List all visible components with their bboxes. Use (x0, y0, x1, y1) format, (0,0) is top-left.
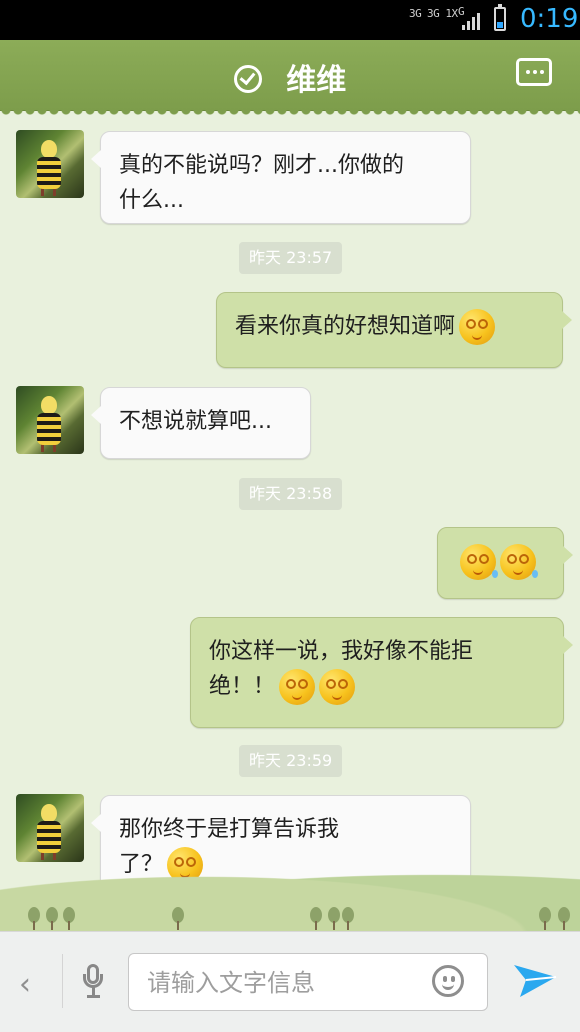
contact-avatar[interactable] (16, 130, 84, 198)
message-text-line: 你这样一说，我好像不能拒 (209, 639, 474, 664)
status-bar: 3G 3G 1X G 0:19 (0, 0, 580, 40)
sent-message-bubble[interactable]: 你这样一说，我好像不能拒 绝！！ (190, 617, 573, 728)
chat-area[interactable]: 真的不能说吗？刚才...你做的 什么... 昨天 23:57 看来你真的好想知道… (0, 111, 580, 931)
contact-avatar[interactable] (16, 386, 84, 454)
sent-emoji-bubble[interactable] (437, 527, 573, 599)
message-text-line: 什么... (119, 188, 184, 213)
chat-header: 维维 (0, 40, 580, 116)
sweat-face-icon (460, 544, 498, 580)
dizzy-face-icon (279, 669, 316, 705)
network-type-3g-1x: 3G 1X (427, 7, 458, 20)
received-message-bubble[interactable]: 真的不能说吗？刚才...你做的 什么... (91, 131, 471, 224)
sent-message-bubble[interactable]: 看来你真的好想知道啊 (216, 292, 572, 368)
contact-name: 维维 (286, 63, 347, 98)
received-message-bubble[interactable]: 不想说就算吧... (91, 387, 311, 459)
chevron-left-icon[interactable]: ‹ (19, 967, 31, 1002)
network-type-3g: 3G (409, 7, 422, 20)
sweat-face-icon (500, 544, 538, 580)
decorative-landscape (0, 867, 580, 931)
smiley-icon[interactable] (432, 965, 464, 997)
more-options-button[interactable] (516, 58, 552, 86)
chat-title-wrap: 维维 (0, 55, 580, 99)
battery-icon (494, 4, 506, 31)
message-time: 昨天 23:59 (239, 745, 343, 777)
message-time: 昨天 23:58 (239, 478, 343, 510)
message-time: 昨天 23:57 (239, 242, 343, 274)
dizzy-face-icon (459, 309, 496, 345)
signal-icon (462, 10, 484, 30)
input-divider (62, 954, 63, 1008)
message-text: 看来你真的好想知道啊 (235, 314, 456, 339)
microphone-icon[interactable] (82, 964, 104, 998)
contact-avatar[interactable] (16, 794, 84, 862)
message-text-line: 绝！！ (209, 669, 545, 705)
check-circle-icon (233, 64, 262, 93)
send-icon[interactable] (512, 963, 558, 999)
message-text-line: 那你终于是打算告诉我 (119, 817, 340, 842)
message-text: 不想说就算吧... (119, 409, 272, 434)
dizzy-face-icon (319, 669, 356, 705)
message-input-bar: ‹ 请输入文字信息 (0, 931, 580, 1032)
status-time: 0:19 (520, 4, 579, 34)
message-text-line: 真的不能说吗？刚才...你做的 (119, 153, 404, 178)
